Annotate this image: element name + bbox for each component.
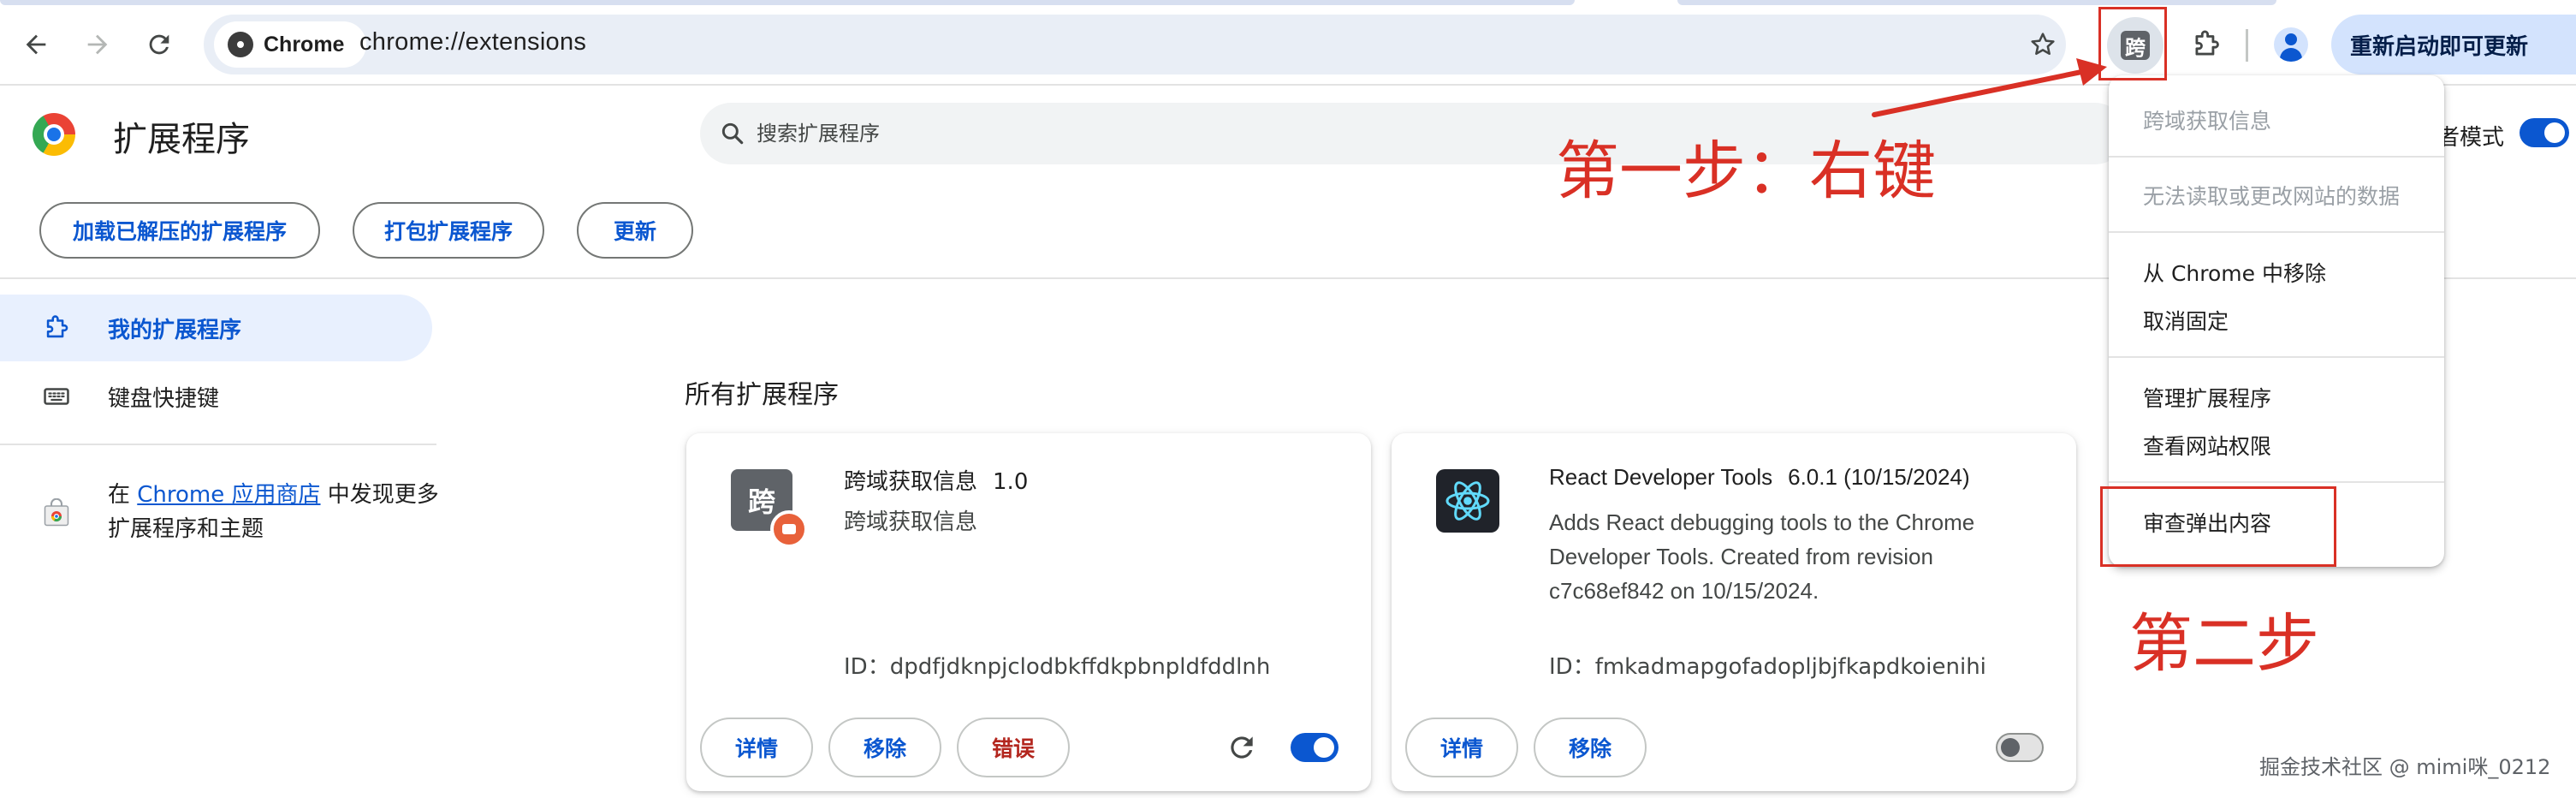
chrome-icon: [228, 32, 253, 57]
details-button[interactable]: 详情: [700, 718, 813, 777]
sidebar-item-keyboard-shortcuts[interactable]: 键盘快捷键: [0, 363, 432, 430]
extension-title-row: React Developer Tools 6.0.1 (10/15/2024): [1549, 464, 1970, 491]
details-button[interactable]: 详情: [1405, 718, 1518, 777]
address-bar[interactable]: Chrome chrome://extensions: [204, 15, 2066, 74]
menu-item-unpin[interactable]: 取消固定: [2143, 305, 2229, 336]
tab-strip-edge: [0, 0, 1575, 5]
tab-strip-edge: [1677, 0, 2276, 5]
reload-button[interactable]: [132, 17, 187, 72]
annotation-step-two: 第二步: [2129, 607, 2319, 681]
extension-puzzle-icon: [2195, 30, 2219, 56]
chrome-web-store-link[interactable]: Chrome 应用商店: [137, 482, 320, 508]
annotation-box-inspect-popup: [2100, 486, 2336, 567]
menu-item-view-site-permissions[interactable]: 查看网站权限: [2143, 430, 2271, 461]
extension-icon-wrap: 跨: [731, 469, 808, 548]
forward-button[interactable]: [70, 17, 125, 72]
menu-separator: [2109, 156, 2444, 158]
sidebar-item-label: 键盘快捷键: [108, 385, 220, 412]
menu-separator: [2109, 481, 2444, 483]
toolbar-separator: [2246, 29, 2248, 62]
relaunch-update-button[interactable]: 重新启动即可更新: [2331, 15, 2576, 74]
menu-separator: [2109, 231, 2444, 233]
web-store-icon: [44, 498, 69, 527]
extension-puzzle-icon: [41, 313, 72, 343]
chrome-logo-icon: [33, 113, 75, 156]
avatar-icon: [2274, 27, 2308, 62]
extension-enable-toggle[interactable]: [1291, 733, 1338, 762]
menu-item-manage-extensions[interactable]: 管理扩展程序: [2143, 382, 2271, 413]
pack-extension-button[interactable]: 打包扩展程序: [353, 202, 544, 259]
browser-toolbar: Chrome chrome://extensions 跨 重新启动即可更新: [0, 0, 2576, 86]
policy-badge-icon: [770, 510, 808, 548]
extension-name: 跨域获取信息: [844, 469, 978, 495]
extension-icon-wrap: [1436, 469, 1505, 538]
back-button[interactable]: [9, 17, 63, 72]
annotation-step-one: 第一步：右键: [1556, 134, 1936, 208]
extension-card: 跨 跨域获取信息 1.0 跨域获取信息 ID：dpdfjdknpjclodbkff…: [686, 433, 1371, 791]
sidebar-item-my-extensions[interactable]: 我的扩展程序: [0, 295, 432, 361]
web-store-promo-text: 在 Chrome 应用商店 中发现更多扩展程序和主题: [108, 478, 450, 546]
arrow-right-icon: [87, 34, 108, 55]
arrow-left-icon: [26, 34, 46, 55]
update-extensions-button[interactable]: 更新: [577, 202, 693, 259]
annotation-arrow: [1872, 58, 2107, 117]
errors-button[interactable]: 错误: [957, 718, 1070, 777]
extension-name: React Developer Tools: [1549, 464, 1773, 490]
page-title: 扩展程序: [113, 120, 250, 159]
extension-version: 1.0: [993, 469, 1029, 495]
menu-item-extension-name: 跨域获取信息: [2143, 109, 2272, 134]
site-chip-label: Chrome: [264, 32, 345, 57]
react-logo-icon: [1436, 469, 1499, 533]
keyboard-icon: [41, 381, 72, 412]
extension-id: ID：fmkadmapgofadopljbjfkapdkoienihi: [1549, 654, 1986, 680]
extension-enable-toggle[interactable]: [1996, 733, 2044, 762]
profile-button[interactable]: [2264, 17, 2318, 72]
extension-version: 6.0.1 (10/15/2024): [1788, 464, 1970, 490]
extensions-menu-button[interactable]: [2179, 17, 2234, 72]
remove-button[interactable]: 移除: [1534, 718, 1647, 777]
extension-card: React Developer Tools 6.0.1 (10/15/2024) …: [1392, 433, 2076, 791]
watermark-text: 掘金技术社区 @ mimi咪_0212: [2259, 755, 2551, 779]
extension-description: 跨域获取信息: [844, 509, 978, 535]
section-title: 所有扩展程序: [685, 380, 839, 410]
developer-mode-toggle[interactable]: [2520, 118, 2569, 147]
load-unpacked-button[interactable]: 加载已解压的扩展程序: [39, 202, 320, 259]
site-info-chip[interactable]: Chrome: [214, 21, 367, 68]
menu-item-remove-from-chrome[interactable]: 从 Chrome 中移除: [2143, 257, 2326, 288]
reload-extension-icon[interactable]: [1226, 731, 1258, 764]
search-icon: [721, 122, 744, 145]
extension-title-row: 跨域获取信息 1.0: [844, 464, 1028, 496]
url-text[interactable]: chrome://extensions: [359, 28, 586, 57]
sidebar: 我的扩展程序 键盘快捷键 在 Chrome 应用商店 中发现更多扩展程序和主题: [0, 281, 439, 798]
store-promo-prefix: 在: [108, 482, 138, 508]
menu-item-site-access: 无法读取或更改网站的数据: [2143, 184, 2401, 209]
extension-id: ID：dpdfjdknpjclodbkffdkpbnpldfddlnh: [844, 654, 1271, 680]
menu-separator: [2109, 356, 2444, 358]
reload-icon: [149, 34, 169, 55]
sidebar-item-label: 我的扩展程序: [108, 317, 242, 343]
sidebar-divider: [0, 444, 436, 445]
extension-description: Adds React debugging tools to the Chrome…: [1549, 509, 1975, 604]
remove-button[interactable]: 移除: [828, 718, 941, 777]
